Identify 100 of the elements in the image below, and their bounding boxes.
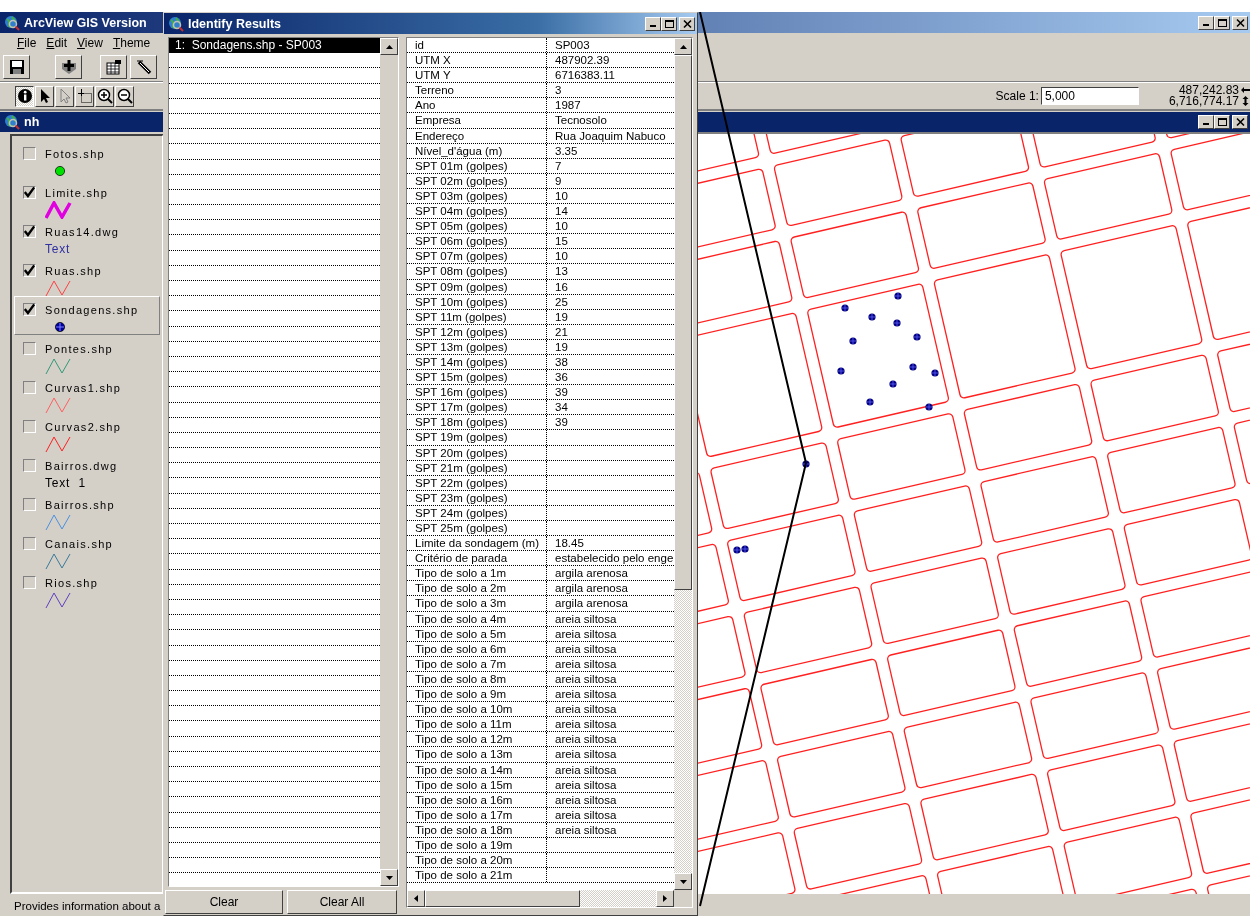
legend-item[interactable]: Canais.shp: [14, 530, 160, 569]
field-name: SPT 15m (golpes): [407, 370, 547, 385]
pointer-tool[interactable]: [35, 85, 54, 107]
checkbox[interactable]: [23, 576, 36, 589]
checkbox[interactable]: [23, 186, 36, 199]
field-name: Tipo de solo a 19m: [407, 837, 547, 853]
field-name: SPT 22m (golpes): [407, 475, 547, 490]
theme-name: Pontes.shp: [45, 343, 115, 355]
scroll-up-icon: [385, 44, 393, 49]
shield-plus-button[interactable]: [55, 54, 82, 79]
menu-item[interactable]: File: [12, 35, 42, 50]
menu-item[interactable]: Theme: [107, 35, 156, 50]
field-value: 10: [554, 188, 569, 204]
field-value: areia siltosa: [554, 747, 618, 762]
floppy-disk-button[interactable]: [3, 54, 30, 79]
theme-name: Curvas2.shp: [45, 421, 123, 433]
field-value: areia siltosa: [554, 611, 618, 626]
close-button[interactable]: [679, 16, 695, 31]
field-name: SPT 10m (golpes): [407, 294, 547, 309]
field-value: argila arenosa: [554, 596, 629, 611]
maximize-button[interactable]: [661, 16, 677, 31]
field-value: 10: [554, 249, 569, 264]
info-tool[interactable]: [15, 85, 34, 107]
shield-plus-icon: [60, 58, 77, 75]
checkbox[interactable]: [23, 303, 36, 316]
close-button[interactable]: [1232, 15, 1248, 30]
field-name: SPT 23m (golpes): [407, 490, 547, 505]
clear-button[interactable]: Clear: [165, 890, 283, 914]
scale-field[interactable]: 5,000: [1040, 87, 1139, 105]
field-value: 36: [554, 370, 569, 385]
zoom-out-icon: [116, 88, 133, 104]
select-box-tool[interactable]: [75, 85, 94, 107]
vertical-scrollbar[interactable]: [380, 38, 398, 886]
status-text: Provides information about a: [14, 900, 161, 912]
checkbox[interactable]: [23, 537, 36, 550]
field-name: SPT 08m (golpes): [407, 264, 547, 279]
legend-item[interactable]: Ruas.shp: [14, 257, 160, 296]
vertical-scrollbar[interactable]: [674, 38, 692, 890]
minimize-button[interactable]: [1198, 115, 1214, 129]
scroll-down-icon: [679, 879, 687, 884]
field-name: SPT 03m (golpes): [407, 188, 547, 204]
legend-item[interactable]: Curvas2.shp: [14, 413, 160, 452]
checkbox[interactable]: [23, 147, 36, 160]
pointer-outline-tool[interactable]: [55, 85, 74, 107]
field-value: 39: [554, 415, 569, 430]
legend-item[interactable]: Pontes.shp: [14, 335, 160, 374]
field-name: Tipo de solo a 15m: [407, 777, 547, 792]
field-value: 39: [554, 385, 569, 400]
field-name: SPT 11m (golpes): [407, 309, 547, 324]
minimize-button[interactable]: [645, 16, 661, 31]
scroll-right-icon: [663, 895, 667, 902]
globe-magnifier-icon: [4, 14, 20, 31]
close-icon: [681, 18, 693, 29]
pencil-button[interactable]: [130, 54, 157, 79]
legend-item[interactable]: Ruas14.dwg Text: [14, 218, 160, 257]
field-value: 15: [554, 234, 569, 249]
checkbox[interactable]: [23, 459, 36, 472]
checkbox[interactable]: [23, 420, 36, 433]
field-value: 9: [554, 173, 563, 188]
field-name: Tipo de solo a 16m: [407, 792, 547, 807]
horizontal-scrollbar[interactable]: [407, 890, 674, 907]
checkbox[interactable]: [23, 381, 36, 394]
maximize-button[interactable]: [1214, 115, 1230, 129]
field-name: Tipo de solo a 1m: [407, 566, 547, 581]
field-name: Tipo de solo a 14m: [407, 762, 547, 777]
field-value: 21: [554, 324, 569, 339]
field-value: 487902.39: [554, 53, 611, 68]
clear-button[interactable]: Clear All: [287, 890, 397, 914]
checkbox[interactable]: [23, 225, 36, 238]
field-value: 13: [554, 264, 569, 279]
zoom-in-tool[interactable]: [95, 85, 114, 107]
menu-item[interactable]: View: [72, 35, 108, 50]
legend-item[interactable]: Bairros.shp: [14, 491, 160, 530]
legend-item[interactable]: Rios.shp: [14, 569, 160, 608]
field-name: Tipo de solo a 6m: [407, 641, 547, 656]
close-button[interactable]: [1232, 115, 1248, 129]
result-item[interactable]: 1: Sondagens.shp - SP003: [169, 38, 380, 54]
checkbox[interactable]: [23, 342, 36, 355]
table-button[interactable]: [100, 54, 127, 79]
legend-item[interactable]: Fotos.shp: [14, 140, 160, 179]
field-name: UTM Y: [407, 68, 547, 83]
theme-name: Fotos.shp: [45, 148, 106, 160]
pencil-icon: [135, 58, 152, 75]
menu-item[interactable]: Edit: [41, 35, 73, 50]
legend-item[interactable]: Limite.shp: [14, 179, 160, 218]
maximize-button[interactable]: [1214, 15, 1230, 30]
minimize-button[interactable]: [1198, 15, 1214, 30]
field-value: 19: [554, 339, 569, 354]
maximize-icon: [1216, 17, 1228, 28]
field-name: Tipo de solo a 20m: [407, 853, 547, 868]
legend-item[interactable]: Curvas1.shp: [14, 374, 160, 413]
field-name: Tipo de solo a 8m: [407, 671, 547, 687]
legend-item[interactable]: Sondagens.shp: [14, 296, 160, 335]
checkbox[interactable]: [23, 264, 36, 277]
maximize-icon: [1216, 117, 1228, 127]
legend-item[interactable]: Bairros.dwg Text 1: [14, 452, 160, 491]
label-symbol: Text 1: [45, 476, 86, 490]
zoom-out-tool[interactable]: [115, 85, 134, 107]
checkbox[interactable]: [23, 498, 36, 511]
field-value: areia siltosa: [554, 792, 618, 807]
